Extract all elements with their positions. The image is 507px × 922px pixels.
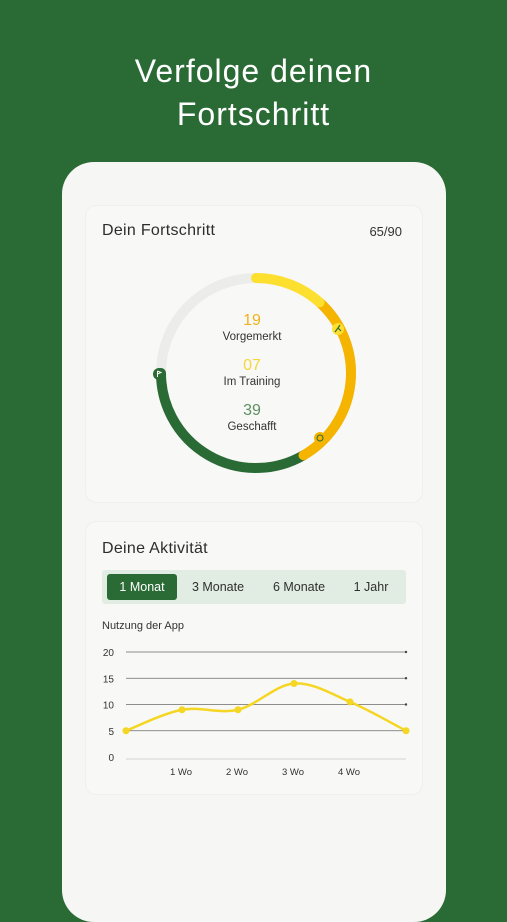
x-tick-label: 4 Wo (338, 767, 360, 778)
headline: Verfolge deinen Fortschritt (0, 50, 507, 136)
headline-line-2: Fortschritt (176, 96, 331, 132)
stat-marked: 19 Vorgemerkt (192, 312, 312, 344)
stat-done: 39 Geschafft (192, 402, 312, 434)
stat-done-value: 39 (243, 402, 261, 419)
data-point (346, 698, 354, 706)
gridline-end-20 (404, 650, 408, 654)
x-tick-label: 3 Wo (282, 767, 304, 778)
headline-line-1: Verfolge deinen (134, 53, 373, 89)
y-tick-label: 0 (108, 753, 114, 764)
y-tick-label: 15 (103, 674, 115, 685)
x-tick-label: 1 Wo (170, 767, 192, 778)
usage-line (125, 682, 407, 732)
gridline-end-10 (404, 703, 408, 706)
stat-done-label: Geschafft (227, 421, 277, 433)
period-tabs: 1 Monat 3 Monate 6 Monate 1 Jahr (102, 570, 406, 604)
y-tick-label: 10 (103, 701, 115, 712)
stat-training-label: Im Training (223, 376, 281, 388)
flag-icon (153, 368, 165, 380)
tab-1-monat[interactable]: 1 Monat (107, 574, 177, 600)
tab-6-monate[interactable]: 6 Monate (262, 574, 336, 600)
progress-ring (153, 273, 356, 473)
runner-icon (332, 323, 344, 335)
gridline-end-15 (404, 677, 408, 680)
usage-chart: 0 5 10 15 20 1 Wo 2 Wo 3 Wo 4 Wo (103, 648, 410, 778)
stat-training: 07 Im Training (192, 357, 312, 389)
y-tick-label: 20 (103, 648, 115, 659)
data-point (402, 727, 410, 735)
ring-segment-training (251, 273, 325, 308)
tab-3-monate[interactable]: 3 Monate (182, 574, 254, 600)
y-tick-label: 5 (108, 727, 114, 738)
chart-title: Nutzung der App (102, 620, 184, 632)
target-icon (314, 432, 326, 444)
tab-1-jahr[interactable]: 1 Jahr (340, 574, 402, 600)
stat-marked-value: 19 (243, 312, 261, 329)
data-point (234, 706, 242, 714)
stat-marked-label: Vorgemerkt (222, 331, 282, 343)
progress-card: Dein Fortschritt 65/90 19 Vorgemerkt 07 … (86, 206, 422, 502)
data-point (290, 680, 298, 687)
activity-card: Deine Aktivität 1 Monat 3 Monate 6 Monat… (86, 522, 422, 794)
stat-training-value: 07 (243, 357, 261, 374)
data-point (122, 727, 130, 735)
data-point (178, 706, 186, 714)
x-tick-label: 2 Wo (226, 767, 248, 778)
activity-title: Deine Aktivität (102, 540, 208, 557)
